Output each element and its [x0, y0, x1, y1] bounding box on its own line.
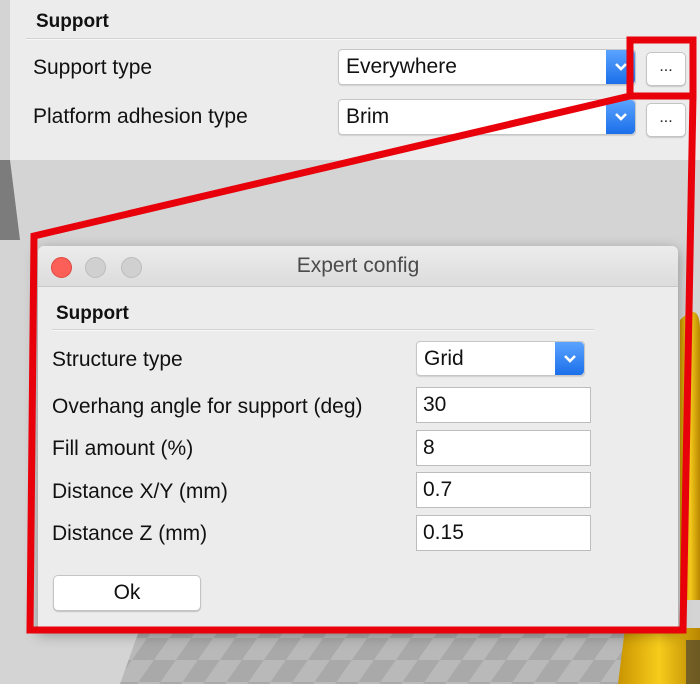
fill-amount-input[interactable]: 8: [416, 430, 591, 466]
platform-adhesion-select[interactable]: Brim: [338, 99, 636, 135]
chevron-down-icon: [555, 342, 584, 375]
distance-z-input[interactable]: 0.15: [416, 515, 591, 551]
distance-xy-label: Distance X/Y (mm): [52, 480, 228, 503]
structure-type-label: Structure type: [52, 348, 183, 371]
structure-type-select[interactable]: Grid: [416, 341, 585, 376]
ok-button[interactable]: Ok: [53, 575, 201, 611]
support-type-label: Support type: [33, 56, 153, 79]
platform-adhesion-value: Brim: [346, 105, 390, 128]
distance-xy-input[interactable]: 0.7: [416, 472, 591, 508]
structure-type-value: Grid: [424, 346, 464, 370]
distance-z-label: Distance Z (mm): [52, 522, 208, 545]
model-right: [680, 312, 700, 600]
dialog-section-title: Support: [56, 303, 129, 324]
fill-amount-label: Fill amount (%): [52, 437, 194, 460]
dialog-section-divider: [52, 329, 594, 331]
dialog-title: Expert config: [296, 254, 420, 277]
section-title: Support: [36, 11, 109, 32]
platform-adhesion-label: Platform adhesion type: [33, 105, 248, 128]
dialog-titlebar[interactable]: Expert config: [38, 246, 678, 287]
settings-panel: Support Support type Everywhere ... Plat…: [10, 0, 700, 160]
overhang-angle-input[interactable]: 30: [416, 387, 591, 423]
section-divider: [26, 38, 686, 40]
platform-adhesion-more-button[interactable]: ...: [646, 103, 686, 137]
chevron-down-icon: [606, 100, 635, 134]
overhang-angle-label: Overhang angle for support (deg): [52, 395, 363, 418]
support-type-more-button[interactable]: ...: [646, 52, 686, 86]
support-type-value: Everywhere: [346, 55, 457, 78]
expert-config-dialog: Expert config Support Structure type Gri…: [38, 246, 678, 630]
chevron-down-icon: [606, 50, 635, 84]
support-type-select[interactable]: Everywhere: [338, 49, 636, 85]
